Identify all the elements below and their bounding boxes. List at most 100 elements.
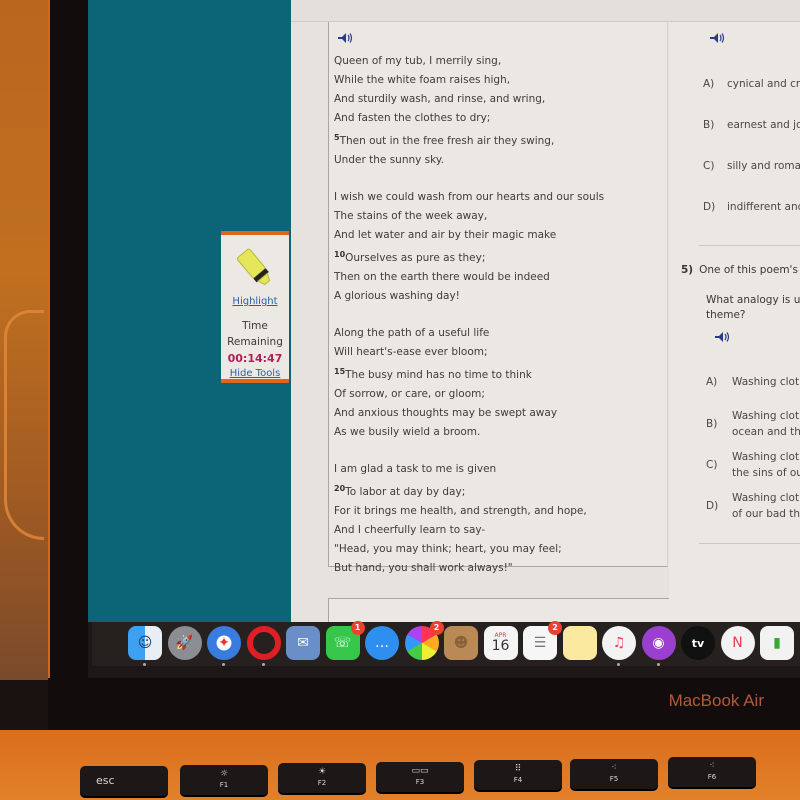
time-label-line1: Time: [242, 320, 268, 332]
dock-app-calendar[interactable]: APR 16: [483, 626, 518, 660]
q5-option-a[interactable]: A) Washing cloth: [706, 374, 800, 390]
q4-option-a[interactable]: A) cynical and cru: [703, 76, 800, 92]
background-desk: [0, 0, 48, 680]
line-number: 10: [334, 250, 346, 259]
q4-option-b[interactable]: B) earnest and joy: [703, 117, 800, 133]
line-text: Then out in the free fresh air they swin…: [339, 135, 555, 147]
dock-app-contacts[interactable]: ☻: [444, 626, 478, 660]
poem-line: Of sorrow, or care, or gloom;: [334, 385, 604, 404]
dock-app-safari[interactable]: ✦: [207, 626, 241, 660]
device-brand-label: MacBook Air: [668, 691, 764, 710]
key-f4[interactable]: ⠿ F4: [474, 760, 562, 790]
key-f1[interactable]: ☼ F1: [180, 764, 268, 795]
compass-icon: ✦: [218, 635, 230, 651]
option-text: silly and romar: [727, 160, 800, 172]
poem-line: 10Ourselves as pure as they;: [334, 245, 604, 268]
dock-app-numbers[interactable]: ▮: [760, 626, 794, 660]
line-text: And fasten the clothes to dry;: [334, 112, 491, 124]
speaker-icon[interactable]: [709, 32, 727, 44]
option-label: C): [703, 160, 715, 172]
key-f5[interactable]: ⁖ F5: [570, 758, 658, 789]
option-text: earnest and joy: [727, 119, 800, 131]
poem-line: 20To labor at day by day;: [334, 479, 604, 502]
notification-badge: 2: [429, 621, 444, 635]
dock-app-music[interactable]: ♫: [602, 626, 636, 660]
key-f6[interactable]: ⁖ F6: [668, 757, 756, 787]
option-label: A): [703, 78, 715, 90]
highlighter-icon[interactable]: [231, 245, 279, 291]
finder-icon: ☺: [137, 635, 153, 651]
key-fn-label: F4: [513, 776, 523, 784]
key-fn-label: F1: [219, 780, 229, 789]
poem-line: And sturdily wash, and rinse, and wring,: [334, 90, 604, 109]
option-text: Washing cloth: [732, 376, 800, 388]
dock-app-preview[interactable]: ✉: [286, 626, 320, 660]
key-esc[interactable]: esc: [80, 766, 168, 796]
news-icon: N: [732, 635, 743, 651]
dock-app-opera[interactable]: [246, 626, 281, 660]
poem-line: 15The busy mind has no time to think: [334, 362, 604, 385]
poem-line: Queen of my tub, I merrily sing,: [334, 52, 604, 71]
stanza-gap: [334, 306, 604, 324]
passage-panel[interactable]: Queen of my tub, I merrily sing, While th…: [328, 22, 668, 574]
poem-line: I am glad a task to me is given: [334, 460, 604, 479]
running-indicator: [261, 663, 265, 666]
line-text: I wish we could wash from our hearts and…: [334, 191, 605, 203]
dock-app-tv[interactable]: tv: [681, 626, 715, 660]
dock-app-podcasts[interactable]: ◉: [641, 626, 676, 660]
line-text: And I cheerfully learn to say-: [334, 524, 486, 536]
line-text: And anxious thoughts may be swept away: [334, 407, 558, 419]
line-number: 20: [334, 484, 346, 493]
q4-option-d[interactable]: D) indifferent and: [703, 199, 800, 215]
option-label: D): [703, 201, 716, 213]
rocket-icon: 🚀: [175, 635, 194, 651]
speaker-icon[interactable]: [337, 32, 355, 44]
highlight-link[interactable]: Highlight: [221, 296, 289, 307]
key-f2[interactable]: ☀ F2: [278, 763, 366, 793]
poem-line: Along the path of a useful life: [334, 324, 604, 343]
question-divider: [699, 245, 800, 246]
hide-tools-link[interactable]: Hide Tools: [221, 368, 289, 379]
key-fn-label: F5: [609, 774, 619, 783]
dock-app-reminders[interactable]: ☰ 2: [523, 621, 562, 660]
bar-chart-icon: ▮: [773, 635, 781, 651]
line-text: For it brings me health, and strength, a…: [334, 505, 587, 517]
running-indicator: [656, 663, 660, 666]
tools-panel: Highlight Time Remaining 00:14:47 Hide T…: [221, 231, 289, 383]
stanza-gap: [334, 170, 604, 188]
poem-line: While the white foam raises high,: [334, 71, 604, 90]
speaker-icon[interactable]: [714, 331, 732, 343]
poem-line: I wish we could wash from our hearts and…: [334, 188, 604, 207]
line-text: To labor at day by day;: [345, 486, 466, 498]
poem-line: "Head, you may think; heart, you may fee…: [334, 540, 604, 559]
dock-app-news[interactable]: N: [720, 626, 755, 660]
time-remaining-label: Time Remaining: [221, 318, 289, 350]
top-bar: [291, 0, 800, 22]
key-fn-label: F3: [415, 777, 425, 786]
line-text: Will heart's-ease ever bloom;: [334, 346, 488, 358]
option-text-line2: ocean and the: [732, 426, 800, 438]
left-sidebar-panel: Highlight Time Remaining 00:14:47 Hide T…: [88, 0, 291, 622]
poem-line: The stains of the week away,: [334, 207, 604, 226]
question-title: One of this poem's: [699, 264, 798, 276]
dock-app-messages[interactable]: …: [365, 626, 399, 660]
option-text-line1: Washing cloth: [732, 451, 800, 463]
dock-app-facetime[interactable]: ☏ 1: [325, 621, 365, 660]
key-f3[interactable]: ▭▭ F3: [376, 761, 464, 792]
line-text: Under the sunny sky.: [334, 154, 444, 166]
dock-app-finder[interactable]: ☺: [128, 626, 162, 660]
dock-app-launchpad[interactable]: 🚀: [167, 626, 202, 660]
poem-line: And let water and air by their magic mak…: [334, 226, 604, 245]
calendar-day: 16: [491, 638, 510, 654]
line-text: While the white foam raises high,: [334, 74, 511, 86]
q5-prompt-line2: theme?: [706, 309, 746, 321]
music-note-icon: ♫: [612, 635, 626, 651]
dock-app-notes[interactable]: [562, 626, 597, 660]
key-symbol: ⁖: [611, 762, 617, 773]
q4-option-c[interactable]: C) silly and romar: [703, 158, 800, 174]
poem-line: And anxious thoughts may be swept away: [334, 404, 604, 423]
key-fn-label: F2: [317, 779, 327, 787]
dock-app-photos[interactable]: 2: [404, 621, 444, 660]
key-symbol: ▭▭: [411, 765, 429, 776]
line-text: I am glad a task to me is given: [334, 463, 497, 475]
